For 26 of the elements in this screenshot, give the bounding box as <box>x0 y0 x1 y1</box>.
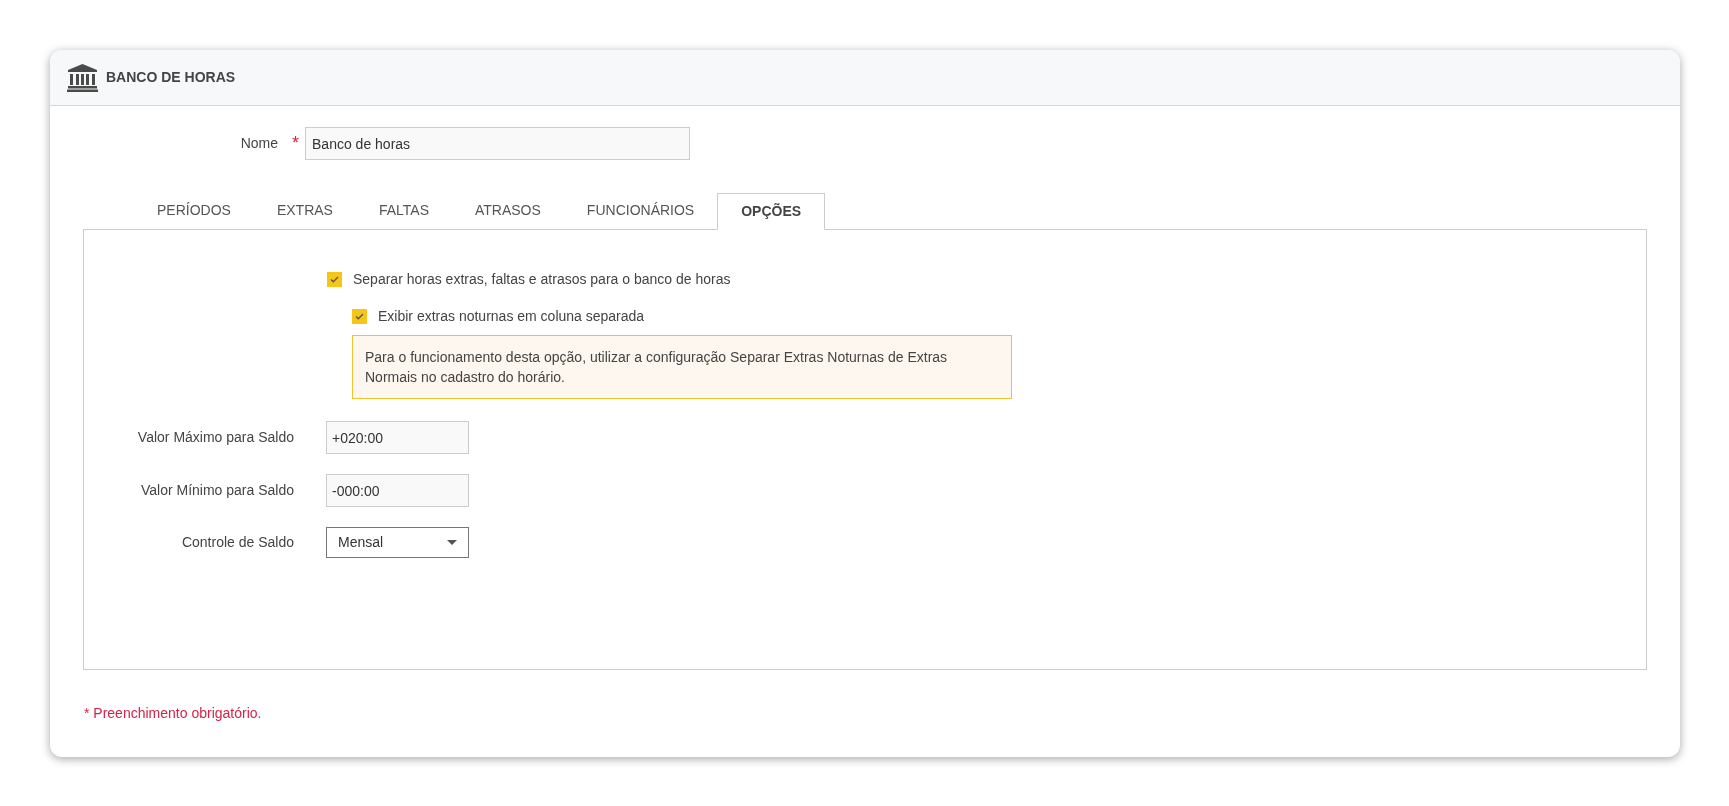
card-title: BANCO DE HORAS <box>106 68 236 87</box>
caret-icon <box>447 540 457 545</box>
checkmark-icon <box>330 276 339 283</box>
checkbox[interactable] <box>352 309 367 324</box>
field-label: Nome <box>239 134 278 153</box>
field-label: Valor Máximo para Saldo <box>136 428 294 447</box>
tab[interactable]: ATRASOS <box>452 192 564 229</box>
notice-box: Para o funcionamento desta opção, utilizar a configuração Separar Extras Noturnas de Extras Normais no cadastro do horário. <box>352 335 1012 399</box>
field-label: Controle de Saldo <box>180 533 294 552</box>
checkbox-label: Separar horas extras, faltas e atrasos para o banco de horas <box>353 270 731 289</box>
checkbox-label: Exibir extras noturnas em coluna separada <box>378 307 645 326</box>
checkmark-icon <box>355 313 364 320</box>
required-note: * Preenchimento obrigatório. <box>84 704 263 723</box>
tab[interactable]: FALTAS <box>355 192 452 229</box>
tab[interactable]: EXTRAS <box>253 192 356 229</box>
field-label: Valor Mínimo para Saldo <box>139 481 294 500</box>
name-input[interactable]: Banco de horas <box>305 127 690 160</box>
tab[interactable]: PERÍODOS <box>134 192 254 229</box>
tab[interactable]: FUNCIONÁRIOS <box>563 192 718 229</box>
tab[interactable]: OPÇÕES <box>717 193 826 230</box>
select-field[interactable]: Mensal <box>326 527 469 558</box>
text-input[interactable]: -000:00 <box>326 474 469 507</box>
bank-icon <box>67 63 98 92</box>
text-input[interactable]: +020:00 <box>326 421 469 454</box>
required-mark: * <box>292 132 299 155</box>
checkbox[interactable] <box>327 272 342 287</box>
